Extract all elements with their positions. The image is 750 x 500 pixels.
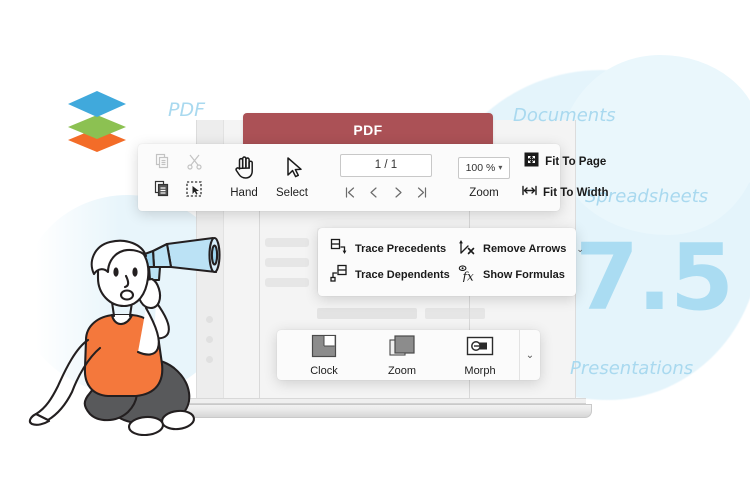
copy-icon[interactable] [154, 153, 171, 175]
chevron-down-icon: ▾ [498, 163, 503, 172]
zoom-label: Zoom [469, 186, 499, 199]
remove-arrows-label: Remove Arrows [483, 243, 567, 255]
remove-arrows-button[interactable]: Remove Arrows ⌄ [458, 238, 584, 261]
trace-precedents-button[interactable]: Trace Precedents [330, 238, 458, 261]
page-number-value: 1 / 1 [374, 159, 398, 171]
next-page-button[interactable] [388, 184, 408, 202]
remove-arrows-icon [458, 238, 476, 261]
previous-page-button[interactable] [364, 184, 384, 202]
animation-zoom[interactable]: Zoom [363, 334, 441, 377]
animations-toolbar: Clock Zoom Morph ⌄ [277, 330, 540, 380]
clipboard-group [138, 144, 210, 211]
select-tool-label: Select [276, 187, 308, 200]
category-label-documents: Documents [513, 105, 616, 126]
first-page-button[interactable] [340, 184, 360, 202]
animations-more-button[interactable]: ⌄ [519, 330, 540, 380]
pdf-tab-label: PDF [353, 121, 383, 138]
fit-to-width-label: Fit To Width [543, 187, 609, 199]
pdf-toolbar: Hand Select 1 / 1 100 % ▾ Zoom Fit To Pa… [138, 144, 608, 211]
svg-text:fx: fx [462, 269, 474, 282]
hand-icon [233, 155, 256, 185]
page-number-input[interactable]: 1 / 1 [340, 153, 432, 177]
fit-to-page-button[interactable]: Fit To Page [524, 151, 606, 174]
animation-morph[interactable]: Morph [441, 334, 519, 377]
person-with-megaphone-illustration [28, 236, 243, 437]
animation-morph-label: Morph [464, 364, 496, 377]
select-all-icon[interactable] [185, 180, 203, 203]
trace-precedents-label: Trace Precedents [355, 243, 447, 255]
pointer-tools-group: Hand Select [220, 144, 316, 211]
clock-animation-icon [309, 334, 339, 363]
trace-precedents-icon [330, 238, 348, 261]
formulas-toolbar: Trace Precedents Remove Arrows ⌄ Trace D… [318, 228, 584, 296]
fit-to-width-icon [522, 183, 537, 203]
show-formulas-icon: fx [458, 264, 476, 287]
illustration-canvas: 7.5 PDF Documents Spreadsheets Presentat… [0, 0, 750, 500]
paste-icon[interactable] [153, 180, 171, 203]
cut-icon[interactable] [186, 153, 203, 175]
hand-tool[interactable]: Hand [220, 144, 268, 211]
trace-dependents-icon [330, 264, 348, 287]
page-navigation-group: 1 / 1 [340, 144, 432, 211]
version-number: 7.5 [575, 224, 734, 331]
zoom-level-value: 100 % [465, 161, 496, 174]
onlyoffice-layers-logo [62, 90, 132, 152]
fit-to-page-icon [524, 152, 539, 172]
show-formulas-label: Show Formulas [483, 269, 565, 281]
fit-group: Fit To Page Fit To Width [522, 144, 608, 211]
laptop-base [182, 404, 592, 418]
animation-clock-label: Clock [310, 364, 338, 377]
pdf-tab[interactable]: PDF [243, 113, 493, 146]
zoom-level-select[interactable]: 100 % ▾ [458, 156, 510, 179]
hand-tool-label: Hand [230, 187, 258, 200]
zoom-group: 100 % ▾ Zoom [458, 144, 510, 211]
animation-clock[interactable]: Clock [285, 334, 363, 377]
animation-zoom-label: Zoom [387, 364, 417, 377]
trace-dependents-button[interactable]: Trace Dependents [330, 264, 458, 287]
fit-to-page-label: Fit To Page [545, 156, 607, 168]
select-tool[interactable]: Select [268, 144, 316, 211]
fit-to-width-button[interactable]: Fit To Width [522, 182, 608, 205]
morph-animation-icon [465, 334, 495, 363]
chevron-down-icon[interactable]: ⌄ [576, 244, 584, 255]
last-page-button[interactable] [412, 184, 432, 202]
show-formulas-button[interactable]: fx Show Formulas [458, 264, 584, 287]
trace-dependents-label: Trace Dependents [355, 269, 450, 281]
category-label-presentations: Presentations [570, 358, 694, 379]
zoom-animation-icon [387, 334, 417, 363]
category-label-pdf: PDF [168, 99, 206, 121]
cursor-arrow-icon [281, 155, 304, 185]
